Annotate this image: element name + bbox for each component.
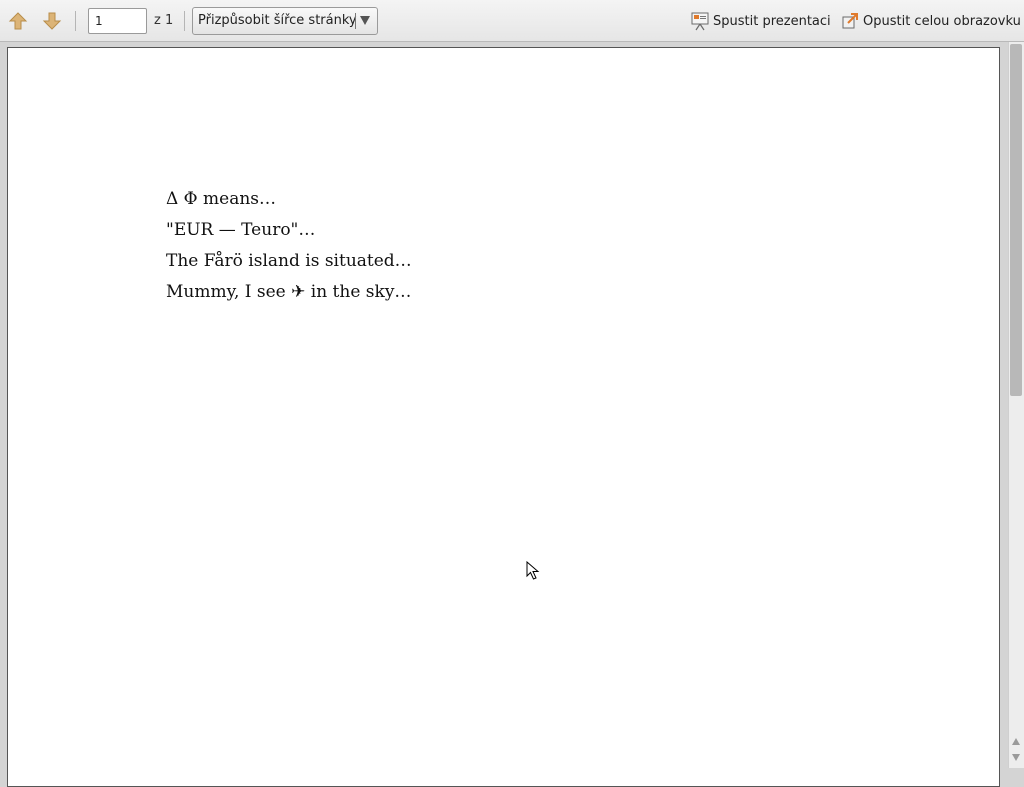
toolbar-separator [75, 11, 76, 31]
page-number-input[interactable] [88, 8, 147, 34]
zoom-divider [355, 13, 356, 29]
document-text: Δ Φ means… "EUR — Teuro"… The Fårö islan… [166, 184, 412, 308]
arrow-down-icon [42, 12, 62, 30]
vertical-scrollbar[interactable] [1008, 42, 1024, 768]
zoom-select[interactable]: Přizpůsobit šířce stránky [192, 7, 378, 35]
zoom-selected-value: Přizpůsobit šířce stránky [198, 13, 357, 28]
previous-page-button[interactable] [5, 8, 31, 34]
exit-fullscreen-label: Opustit celou obrazovku [863, 13, 1021, 29]
document-page: Δ Φ means… "EUR — Teuro"… The Fårö islan… [7, 47, 1000, 787]
arrow-up-icon [8, 12, 28, 30]
document-viewer[interactable]: Δ Φ means… "EUR — Teuro"… The Fårö islan… [0, 42, 1008, 787]
toolbar: z 1 Přizpůsobit šířce stránky Spustit pr… [0, 0, 1024, 42]
start-presentation-label: Spustit prezentaci [713, 13, 831, 29]
start-presentation-button[interactable]: Spustit prezentaci [690, 10, 831, 32]
toolbar-separator [184, 11, 185, 31]
exit-fullscreen-button[interactable]: Opustit celou obrazovku [840, 10, 1021, 32]
document-line: "EUR — Teuro"… [166, 220, 316, 240]
next-page-button[interactable] [39, 8, 65, 34]
scroll-down-icon[interactable] [1012, 754, 1020, 761]
mouse-cursor-icon [526, 561, 540, 580]
presentation-icon [691, 12, 709, 31]
document-line: Mummy, I see ✈ in the sky… [166, 282, 412, 302]
scroll-up-icon[interactable] [1012, 738, 1020, 745]
scrollbar-thumb[interactable] [1010, 44, 1022, 396]
chevron-down-icon [360, 16, 370, 25]
page-count-label: z 1 [154, 13, 174, 28]
document-line: Δ Φ means… [166, 189, 277, 209]
exit-fullscreen-icon [842, 13, 858, 29]
document-line: The Fårö island is situated… [166, 251, 412, 271]
